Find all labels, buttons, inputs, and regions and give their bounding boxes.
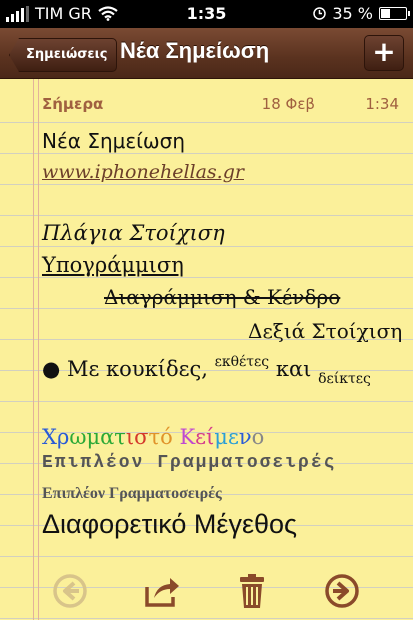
share-button[interactable] — [142, 571, 182, 611]
status-bar: TIM GR 1:35 35 % — [0, 0, 413, 28]
trash-icon — [240, 574, 264, 608]
battery-percent: 35 % — [332, 4, 373, 23]
delete-button[interactable] — [232, 571, 272, 611]
underlined-text: Υπογράμμιση — [42, 253, 184, 277]
strikethrough-text: Διαγράμμιση & Κένδρο — [104, 285, 341, 309]
colored-char: ρ — [56, 425, 70, 449]
note-title-line: Νέα Σημείωση — [42, 129, 186, 153]
colored-char: Κ — [179, 425, 196, 449]
bullet-line: ● Με κουκίδες, εκθέτες και δείκτες — [42, 354, 371, 387]
navigation-bar: Σημειώσεις Νέα Σημείωση + — [0, 28, 413, 79]
note-link[interactable]: www.iphonehellas.gr — [42, 161, 244, 183]
bullet-dot-icon: ● — [42, 357, 67, 381]
next-note-button[interactable] — [322, 571, 362, 611]
status-right: 35 % — [313, 4, 410, 23]
alt-font-text-1: Επιπλέον Γραμματοσειρές — [42, 453, 337, 473]
colored-char: α — [100, 425, 115, 449]
page-title: Νέα Σημείωση — [120, 38, 270, 63]
arrow-right-icon — [325, 574, 359, 608]
arrow-left-icon — [53, 574, 87, 608]
battery-fill — [381, 9, 391, 18]
colored-char: τ — [148, 425, 161, 449]
bottom-toolbar — [0, 563, 413, 620]
colored-char: ε — [195, 425, 207, 449]
bullet-mid-text: και — [275, 357, 312, 381]
clock-icon — [313, 7, 327, 20]
colored-char: ν — [238, 425, 252, 449]
colored-text: Χρωματιστό Κείμενο — [42, 425, 264, 449]
previous-note-button[interactable] — [50, 571, 90, 611]
note-paper[interactable]: Σήμερα 18 Φεβ 1:34 Νέα Σημείωση www.ipho… — [0, 79, 413, 620]
colored-char: τ — [114, 425, 126, 449]
colored-char: ω — [69, 425, 87, 449]
colored-char: μ — [86, 425, 101, 449]
add-note-button[interactable]: + — [364, 35, 404, 71]
bullet-main-text: Με κουκίδες, — [67, 357, 208, 381]
colored-char: Χ — [42, 425, 57, 449]
back-button-notes[interactable]: Σημειώσεις — [9, 38, 118, 72]
large-size-text: Διαφορετικό Μέγεθος — [42, 509, 298, 539]
colored-char: σ — [134, 425, 149, 449]
superscript-text: εκθέτες — [214, 354, 270, 370]
day-label: Σήμερα — [42, 95, 104, 113]
share-icon — [145, 578, 179, 607]
italic-text: Πλάγια Στοίχιση — [42, 221, 225, 245]
note-date-row: Σήμερα 18 Φεβ 1:34 — [42, 95, 399, 115]
right-aligned-text: Δεξιά Στοίχιση — [248, 319, 403, 343]
alt-font-text-2: Επιπλέον Γραμματοσειρές — [42, 485, 222, 502]
date-label: 18 Φεβ — [261, 95, 315, 113]
time-label: 1:34 — [365, 95, 399, 113]
colored-char: ό — [160, 425, 173, 449]
colored-char: ο — [251, 425, 265, 449]
colored-char: ι — [125, 425, 135, 449]
battery-icon — [379, 7, 410, 20]
subscript-text: δείκτες — [318, 371, 371, 387]
colored-char: μ — [214, 425, 228, 449]
colored-char: ε — [227, 425, 239, 449]
